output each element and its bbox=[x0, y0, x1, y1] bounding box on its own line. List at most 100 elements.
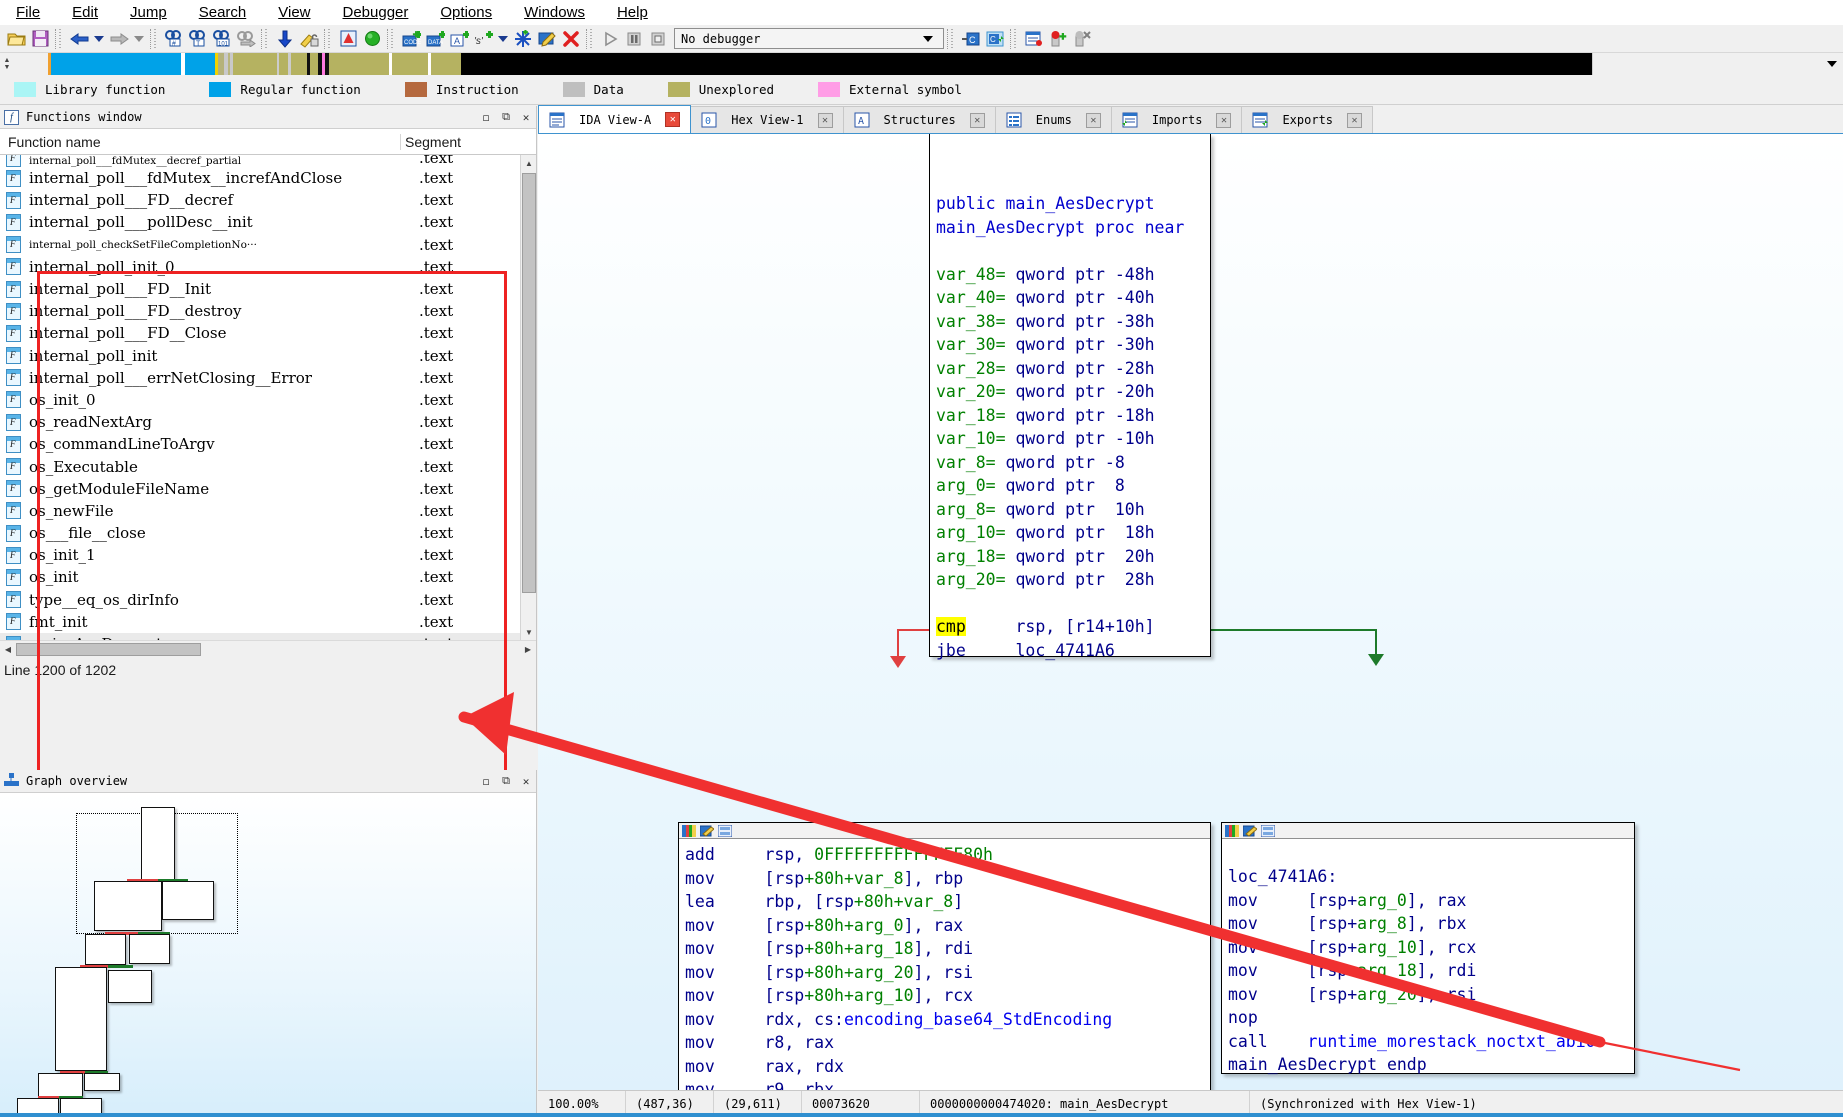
make-struct-icon[interactable]: 's' bbox=[472, 28, 494, 50]
close-icon[interactable]: ✕ bbox=[516, 109, 536, 125]
step-into-icon[interactable]: C bbox=[984, 28, 1006, 50]
graph-node-left[interactable]: add rsp, 0FFFFFFFFFFFFFF80h mov [rsp+80h+… bbox=[678, 822, 1211, 1090]
tab-structures[interactable]: A Structures ✕ bbox=[842, 106, 996, 133]
close-icon[interactable]: ✕ bbox=[516, 773, 536, 789]
warning-icon[interactable] bbox=[337, 28, 359, 50]
green-circle-icon[interactable] bbox=[361, 28, 383, 50]
forward-arrow-icon[interactable] bbox=[108, 28, 130, 50]
jump-icon[interactable] bbox=[235, 28, 257, 50]
restore-icon[interactable]: ⧉ bbox=[496, 109, 516, 125]
restore-icon[interactable]: ⧉ bbox=[496, 773, 516, 789]
make-code-icon[interactable]: CODE bbox=[400, 28, 422, 50]
table-row[interactable]: internal_poll___FD__Close .text bbox=[0, 322, 536, 344]
table-row[interactable]: internal_poll___FD__decref .text bbox=[0, 189, 536, 211]
table-row[interactable]: os___file__close .text bbox=[0, 522, 536, 544]
down-arrow-icon[interactable] bbox=[274, 28, 296, 50]
column-header-function-name[interactable]: Function name bbox=[0, 134, 400, 150]
table-row[interactable]: os_getModuleFileName .text bbox=[0, 478, 536, 500]
graph-node-right-toolbar[interactable] bbox=[1222, 823, 1634, 839]
hscroll-thumb[interactable] bbox=[16, 642, 201, 656]
table-row[interactable]: internal_poll_checkSetFileCompletionNo··… bbox=[0, 234, 536, 256]
close-icon[interactable]: ✕ bbox=[969, 112, 985, 128]
close-icon[interactable]: ✕ bbox=[665, 112, 681, 127]
table-row[interactable]: type__eq_os_dirInfo .text bbox=[0, 589, 536, 611]
disassembly-graph[interactable]: public main_AesDecrypt main_AesDecrypt pr… bbox=[538, 134, 1843, 1090]
menu-item-debugger[interactable]: Debugger bbox=[327, 2, 425, 23]
debugger-select[interactable]: No debugger bbox=[674, 28, 944, 49]
search-binary-icon[interactable]: 101 bbox=[211, 28, 233, 50]
scroll-down-icon[interactable]: ▼ bbox=[521, 624, 536, 640]
table-row[interactable]: internal_poll_init .text bbox=[0, 345, 536, 367]
tab-hex-view-1[interactable]: 0 Hex View-1 ✕ bbox=[690, 106, 844, 133]
search-text-icon[interactable]: T bbox=[187, 28, 209, 50]
menu-item-help[interactable]: Help bbox=[601, 2, 664, 23]
functions-list-hscrollbar[interactable]: ◀ ▶ bbox=[0, 640, 536, 657]
save-icon[interactable] bbox=[29, 28, 51, 50]
graph-overview-canvas[interactable] bbox=[0, 793, 536, 1114]
palette-icon[interactable] bbox=[682, 824, 697, 837]
breakpoint-list-icon[interactable] bbox=[1023, 28, 1045, 50]
table-row[interactable]: os_init .text bbox=[0, 566, 536, 588]
pause-icon[interactable] bbox=[623, 28, 645, 50]
palette-icon[interactable] bbox=[1225, 824, 1240, 837]
navigator-combo[interactable] bbox=[1592, 53, 1843, 75]
graph-node-entry[interactable]: public main_AesDecrypt main_AesDecrypt pr… bbox=[929, 134, 1211, 660]
table-row[interactable]: internal_poll___FD__Init .text bbox=[0, 278, 536, 300]
group-node-icon[interactable] bbox=[1260, 824, 1276, 838]
run-icon[interactable] bbox=[599, 28, 621, 50]
close-icon[interactable]: ✕ bbox=[1347, 112, 1363, 128]
table-row[interactable]: internal_poll___errNetClosing__Error .tex… bbox=[0, 367, 536, 389]
table-row[interactable]: os_readNextArg .text bbox=[0, 411, 536, 433]
navigator-scroll-arrows[interactable]: ▲ ▼ bbox=[0, 53, 14, 75]
group-node-icon[interactable] bbox=[717, 824, 733, 838]
make-dropdown-icon[interactable] bbox=[498, 35, 508, 42]
delete-breakpoint-icon[interactable] bbox=[1071, 28, 1093, 50]
edit-icon[interactable] bbox=[536, 28, 558, 50]
functions-list[interactable]: internal_poll___fdMutex__decref_partial.… bbox=[0, 155, 536, 640]
menu-item-options[interactable]: Options bbox=[424, 2, 508, 23]
search-hash-icon[interactable]: # bbox=[163, 28, 185, 50]
close-icon[interactable]: ✕ bbox=[1216, 112, 1232, 128]
add-breakpoint-icon[interactable] bbox=[1047, 28, 1069, 50]
maximize-icon[interactable]: ◻ bbox=[476, 773, 496, 789]
edit-node-icon[interactable] bbox=[1242, 824, 1258, 837]
delete-icon[interactable] bbox=[560, 28, 582, 50]
table-row[interactable]: os_init_0 .text bbox=[0, 389, 536, 411]
functions-list-scrollbar[interactable]: ▲ ▼ bbox=[520, 155, 536, 640]
table-row[interactable]: internal_poll_init_0 .text bbox=[0, 256, 536, 278]
table-row[interactable]: os_newFile .text bbox=[0, 500, 536, 522]
maximize-icon[interactable]: ◻ bbox=[476, 109, 496, 125]
menu-item-windows[interactable]: Windows bbox=[508, 2, 601, 23]
menu-item-file[interactable]: File bbox=[0, 2, 56, 23]
menu-item-edit[interactable]: Edit bbox=[56, 2, 114, 23]
make-ascii-icon[interactable]: A bbox=[448, 28, 470, 50]
open-folder-icon[interactable] bbox=[5, 28, 27, 50]
step-out-icon[interactable]: C bbox=[960, 28, 982, 50]
table-row[interactable]: main_AesDecrypt.text bbox=[0, 632, 536, 640]
make-data-icon[interactable]: DATA bbox=[424, 28, 446, 50]
table-row[interactable]: internal_poll___fdMutex__decref_partial.… bbox=[0, 155, 536, 167]
table-row[interactable]: os_init_1 .text bbox=[0, 544, 536, 566]
table-row[interactable]: fmt_init .text bbox=[0, 611, 536, 633]
table-row[interactable]: internal_poll___FD__destroy .text bbox=[0, 300, 536, 322]
tab-ida-view-a[interactable]: IDA View-A ✕ bbox=[538, 105, 692, 133]
menu-item-search[interactable]: Search bbox=[183, 2, 263, 23]
hscroll-left-icon[interactable]: ◀ bbox=[0, 642, 16, 657]
scroll-up-icon[interactable]: ▲ bbox=[521, 155, 536, 171]
tab-enums[interactable]: Enums ✕ bbox=[994, 106, 1112, 133]
menu-item-view[interactable]: View bbox=[262, 2, 326, 23]
menu-item-jump[interactable]: Jump bbox=[114, 2, 183, 23]
back-dropdown-icon[interactable] bbox=[94, 35, 104, 42]
graph-node-right[interactable]: loc_4741A6: mov [rsp+arg_0], rax mov [rsp+… bbox=[1221, 822, 1635, 1074]
close-icon[interactable]: ✕ bbox=[1085, 112, 1101, 128]
close-icon[interactable]: ✕ bbox=[817, 112, 833, 128]
back-arrow-icon[interactable] bbox=[68, 28, 90, 50]
edit-node-icon[interactable] bbox=[699, 824, 715, 837]
tab-imports[interactable]: Imports ✕ bbox=[1110, 106, 1243, 133]
tab-exports[interactable]: Exports ✕ bbox=[1241, 106, 1374, 133]
scroll-thumb[interactable] bbox=[522, 173, 536, 593]
navigator-strip[interactable] bbox=[14, 53, 1592, 75]
table-row[interactable]: os_Executable .text bbox=[0, 455, 536, 477]
stop-icon[interactable] bbox=[647, 28, 669, 50]
column-header-segment[interactable]: Segment bbox=[400, 133, 536, 150]
